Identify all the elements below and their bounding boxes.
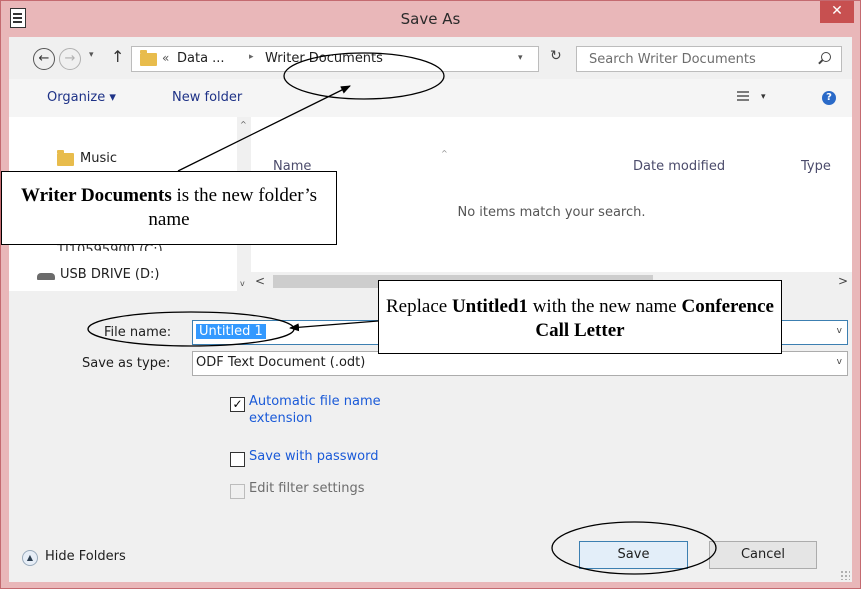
file-list[interactable]: ^ Name Date modified Type No items match… bbox=[251, 117, 852, 272]
organize-menu[interactable]: Organize ▾ bbox=[47, 90, 116, 105]
breadcrumb-data[interactable]: Data ... bbox=[177, 51, 225, 66]
column-header-date-modified[interactable]: Date modified bbox=[633, 159, 725, 174]
edit-filter-settings-checkbox bbox=[230, 484, 245, 499]
sort-indicator-icon: ^ bbox=[441, 149, 448, 158]
refresh-icon[interactable]: ↻ bbox=[550, 48, 562, 64]
view-dropdown-icon[interactable]: ▾ bbox=[761, 92, 766, 102]
save-as-type-value: ODF Text Document (.odt) bbox=[196, 355, 366, 370]
forward-button[interactable]: → bbox=[59, 48, 81, 70]
back-button[interactable]: ← bbox=[33, 48, 55, 70]
new-folder-button[interactable]: New folder bbox=[172, 90, 242, 105]
save-button[interactable]: Save bbox=[579, 541, 688, 569]
save-as-type-select[interactable]: ODF Text Document (.odt) v bbox=[192, 351, 848, 376]
callout-bold-text: Untitled1 bbox=[451, 296, 528, 317]
recent-locations-dropdown[interactable]: ▾ bbox=[89, 50, 94, 60]
file-name-label: File name: bbox=[104, 325, 172, 340]
command-bar: Organize ▾ New folder ▾ ? bbox=[9, 79, 852, 118]
path-box[interactable]: « Data ... ▸ Writer Documents ▾ bbox=[131, 46, 539, 72]
scroll-up-icon[interactable]: ^ bbox=[240, 120, 247, 129]
nav-item-label: USB DRIVE (D:) bbox=[60, 267, 160, 282]
folder-icon bbox=[140, 50, 157, 66]
breadcrumb-writer-documents[interactable]: Writer Documents bbox=[265, 51, 383, 66]
save-with-password-label[interactable]: Save with password bbox=[249, 448, 378, 465]
edit-filter-settings-label: Edit filter settings bbox=[249, 481, 365, 496]
save-with-password-checkbox[interactable] bbox=[230, 452, 245, 467]
save-as-type-dropdown-icon[interactable]: v bbox=[837, 357, 842, 367]
callout-text: is the new folder’s name bbox=[148, 185, 318, 230]
close-button[interactable]: ✕ bbox=[820, 1, 854, 23]
help-icon[interactable]: ? bbox=[822, 91, 836, 105]
view-options-icon[interactable] bbox=[737, 91, 749, 103]
up-button[interactable]: ↑ bbox=[111, 47, 124, 66]
breadcrumb-separator-icon[interactable]: ▸ bbox=[249, 52, 254, 62]
file-name-value[interactable]: Untitled 1 bbox=[196, 324, 266, 339]
path-overflow[interactable]: « bbox=[162, 51, 169, 65]
usb-drive-icon bbox=[37, 273, 55, 280]
scroll-down-icon[interactable]: v bbox=[240, 279, 245, 288]
path-dropdown-icon[interactable]: ▾ bbox=[518, 53, 523, 63]
save-as-type-label: Save as type: bbox=[82, 356, 171, 371]
title-bar[interactable]: Save As ✕ bbox=[1, 1, 860, 37]
callout-folder-name: Writer Documents is the new folder’s nam… bbox=[1, 171, 337, 245]
auto-extension-checkbox[interactable]: ✓ bbox=[230, 397, 245, 412]
music-folder-icon bbox=[57, 150, 74, 166]
resize-grip-icon[interactable] bbox=[840, 570, 850, 580]
auto-extension-label[interactable]: Automatic file name extension bbox=[249, 393, 429, 427]
collapse-up-icon: ▲ bbox=[22, 550, 38, 566]
hide-folders-label: Hide Folders bbox=[45, 549, 126, 564]
search-icon[interactable] bbox=[821, 52, 831, 62]
nav-item-label: Music bbox=[80, 151, 117, 166]
search-box[interactable] bbox=[576, 46, 842, 72]
column-header-type[interactable]: Type bbox=[801, 159, 831, 174]
callout-text: with the new name bbox=[527, 296, 682, 317]
callout-text: Replace bbox=[386, 296, 452, 317]
callout-rename-file: Replace Untitled1 with the new name Conf… bbox=[378, 280, 782, 354]
empty-message: No items match your search. bbox=[457, 205, 646, 220]
address-bar: ← → ▾ ↑ « Data ... ▸ Writer Documents ▾ … bbox=[9, 37, 852, 79]
window-title: Save As bbox=[400, 10, 461, 28]
scroll-right-icon[interactable]: > bbox=[838, 274, 848, 288]
scroll-left-icon[interactable]: < bbox=[255, 274, 265, 288]
callout-bold-text: Writer Documents bbox=[20, 185, 172, 206]
cancel-button[interactable]: Cancel bbox=[709, 541, 817, 569]
search-input[interactable] bbox=[577, 47, 821, 71]
file-name-dropdown-icon[interactable]: v bbox=[837, 326, 842, 336]
